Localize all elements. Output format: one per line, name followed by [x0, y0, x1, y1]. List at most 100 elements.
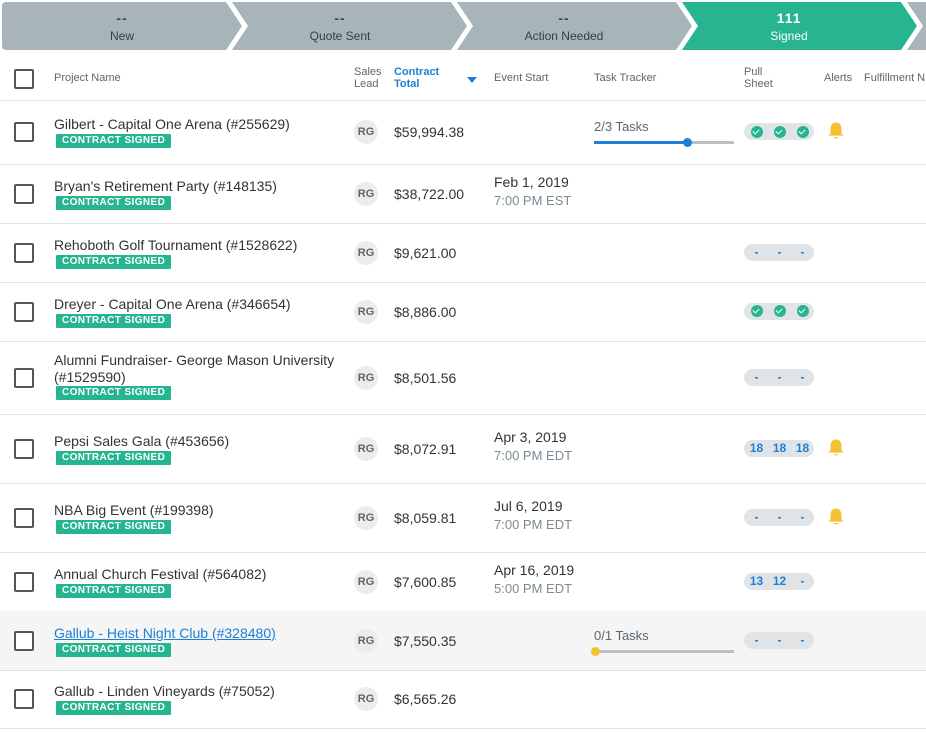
project-name-link[interactable]: Rehoboth Golf Tournament (#1528622) [54, 237, 339, 254]
task-count[interactable]: 2/3 Tasks [594, 119, 649, 134]
row-checkbox[interactable] [14, 242, 34, 263]
event-time: 5:00 PM EDT [494, 580, 573, 596]
table-row[interactable]: NBA Big Event (#199398) CONTRACT SIGNED RG… [0, 483, 926, 553]
bell-icon[interactable] [827, 121, 845, 141]
table-row[interactable]: Pepsi Sales Gala (#453656) CONTRACT SIGNE… [0, 414, 926, 484]
event-date: Feb 1, 2019 [494, 173, 569, 190]
contract-total: $59,994.38 [394, 124, 465, 140]
pull-sheet-status[interactable]: --- [744, 368, 814, 386]
status-badge: CONTRACT SIGNED [56, 450, 172, 465]
event-time: 7:00 PM EDT [494, 516, 573, 532]
pull-sheet-status[interactable]: 18 18 18 [744, 439, 814, 457]
col-task-tracker[interactable]: Task Tracker [594, 72, 656, 84]
table-row[interactable]: Alumni Fundraiser- George Mason Universi… [0, 341, 926, 415]
stage-new[interactable]: -- New [2, 0, 242, 52]
pull-value: - [754, 244, 759, 259]
project-name-link[interactable]: Gallub - Linden Vineyards (#75052) [54, 683, 339, 700]
pull-value: - [800, 509, 805, 524]
pull-check-slot [791, 123, 814, 140]
col-pull-sheet[interactable]: Pull Sheet [744, 66, 776, 90]
row-checkbox[interactable] [14, 689, 34, 709]
status-badge: CONTRACT SIGNED [56, 519, 172, 534]
contract-total: $9,621.00 [394, 244, 457, 261]
stage-count: -- [558, 10, 570, 26]
row-checkbox[interactable] [14, 183, 34, 204]
pull-sheet-status[interactable]: --- [744, 508, 814, 526]
avatar: RG [354, 505, 378, 530]
contract-total: $38,722.00 [394, 185, 465, 202]
project-name-link[interactable]: Gilbert - Capital One Arena (#255629) [54, 116, 339, 133]
table-row[interactable]: Gallub - Heist Night Club (#328480) CONTR… [0, 611, 926, 671]
row-checkbox[interactable] [14, 367, 34, 388]
table-row[interactable]: Annual Church Festival (#564082) CONTRACT… [0, 552, 926, 612]
event-time: 7:00 PM EST [494, 192, 572, 208]
table-row[interactable]: Dreyer - Capital One Arena (#346654) CONT… [0, 282, 926, 342]
select-all-checkbox[interactable] [14, 69, 34, 89]
col-fulfillment[interactable]: Fulfillment N [864, 72, 925, 84]
task-progress-fill [594, 141, 688, 144]
project-name-link[interactable]: Alumni Fundraiser- George Mason Universi… [54, 352, 339, 386]
col-event-start[interactable]: Event Start [494, 72, 548, 84]
avatar: RG [354, 365, 378, 390]
avatar: RG [354, 299, 378, 324]
status-badge: CONTRACT SIGNED [56, 195, 172, 210]
pull-check-slot [745, 303, 768, 320]
task-progress-bar[interactable] [591, 646, 734, 656]
contract-total: $8,072.91 [394, 440, 457, 457]
project-name-link[interactable]: Dreyer - Capital One Arena (#346654) [54, 296, 339, 313]
status-badge: CONTRACT SIGNED [56, 701, 172, 715]
task-progress-bar[interactable] [594, 138, 734, 147]
stage-label: New [109, 29, 134, 43]
row-checkbox[interactable] [14, 122, 34, 142]
project-name-link[interactable]: Annual Church Festival (#564082) [54, 566, 339, 583]
row-checkbox[interactable] [14, 301, 34, 322]
col-project-name[interactable]: Project Name [54, 72, 121, 84]
stage-signed[interactable]: 111 Signed [680, 0, 898, 52]
table-row[interactable]: Gilbert - Capital One Arena (#255629) CON… [0, 100, 926, 165]
sort-desc-icon[interactable] [467, 77, 477, 83]
project-name-link[interactable]: Bryan's Retirement Party (#148135) [54, 178, 339, 195]
status-badge: CONTRACT SIGNED [56, 313, 172, 328]
bell-icon[interactable] [827, 438, 845, 458]
pull-check-slot [768, 303, 791, 320]
table-header: Project Name Sales Lead Contract Total E… [0, 58, 926, 101]
stage-action-needed[interactable]: -- Action Needed [455, 0, 673, 52]
table-row[interactable]: Gallub - Linden Vineyards (#75052) CONTRA… [0, 670, 926, 729]
pull-value: - [800, 244, 805, 259]
row-checkbox[interactable] [14, 630, 34, 651]
project-name-link[interactable]: Pepsi Sales Gala (#453656) [54, 433, 339, 450]
project-name-link[interactable]: Gallub - Heist Night Club (#328480) [54, 625, 339, 642]
pull-value: 12 [772, 573, 787, 588]
row-checkbox[interactable] [14, 507, 34, 528]
stage-quote-sent[interactable]: -- Quote Sent [230, 0, 450, 52]
col-sales-lead[interactable]: Sales Lead [354, 66, 384, 90]
pull-sheet-status[interactable] [744, 302, 814, 320]
pull-sheet-status[interactable]: --- [744, 243, 814, 261]
pull-sheet-status[interactable] [744, 123, 814, 140]
stage-label: Signed [770, 29, 808, 43]
table-row[interactable]: Rehoboth Golf Tournament (#1528622) CONTR… [0, 223, 926, 283]
project-name-link[interactable]: NBA Big Event (#199398) [54, 502, 339, 519]
check-circle-icon [796, 305, 809, 317]
contract-total: $7,550.35 [394, 632, 457, 649]
pull-value: - [754, 369, 759, 384]
event-date: Jul 6, 2019 [494, 497, 563, 514]
avatar: RG [354, 687, 378, 711]
stage-count: -- [334, 10, 346, 26]
pull-value: 18 [772, 440, 787, 455]
pull-sheet-status[interactable]: --- [744, 631, 814, 649]
pull-value: - [800, 573, 805, 588]
pull-sheet-status[interactable]: 13 12- [744, 572, 814, 590]
row-checkbox[interactable] [14, 571, 34, 592]
bell-icon[interactable] [827, 507, 845, 527]
col-contract-total[interactable]: Contract Total [394, 66, 444, 90]
col-alerts[interactable]: Alerts [824, 72, 852, 84]
check-circle-icon [750, 125, 763, 138]
check-circle-icon [750, 305, 763, 317]
row-checkbox[interactable] [14, 438, 34, 459]
contract-total: $7,600.85 [394, 573, 457, 590]
check-circle-icon [773, 305, 786, 317]
table-row[interactable]: Bryan's Retirement Party (#148135) CONTRA… [0, 164, 926, 224]
status-badge: CONTRACT SIGNED [56, 134, 172, 148]
task-count[interactable]: 0/1 Tasks [594, 628, 649, 643]
